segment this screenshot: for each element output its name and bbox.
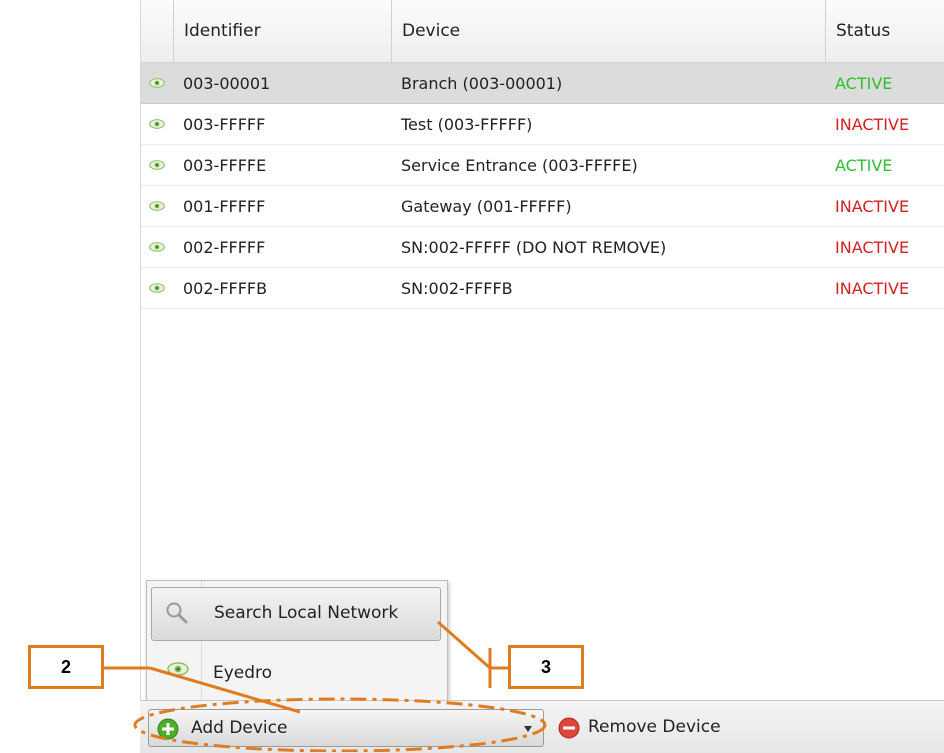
add-device-label: Add Device <box>191 718 288 738</box>
bottom-toolbar: Add Device Remove Device <box>140 700 944 753</box>
table-row[interactable]: 003-FFFFE Service Entrance (003-FFFFE) ACT… <box>141 145 944 186</box>
search-local-network-label: Search Local Network <box>214 603 399 623</box>
grid-header: Identifier Device Status <box>141 0 944 63</box>
eye-icon <box>149 78 165 88</box>
eye-icon <box>167 662 189 676</box>
add-device-menu: Search Local Network Eyedro <box>146 580 448 702</box>
status-cell: INACTIVE <box>835 115 910 134</box>
status-cell: INACTIVE <box>835 238 910 257</box>
status-cell: ACTIVE <box>835 74 893 93</box>
plus-circle-icon <box>157 718 179 740</box>
eye-icon <box>149 283 165 293</box>
chevron-down-icon[interactable] <box>523 725 533 733</box>
table-row[interactable]: 003-00001 Branch (003-00001) ACTIVE <box>141 63 944 104</box>
header-device[interactable]: Device <box>391 0 825 62</box>
device-cell: Branch (003-00001) <box>401 74 563 93</box>
device-cell: SN:002-FFFFF (DO NOT REMOVE) <box>401 238 667 257</box>
minus-circle-icon <box>558 717 580 739</box>
table-row[interactable]: 002-FFFFF SN:002-FFFFF (DO NOT REMOVE) INA… <box>141 227 944 268</box>
remove-device-button[interactable]: Remove Device <box>550 709 770 747</box>
identifier-cell: 003-00001 <box>183 74 271 93</box>
identifier-cell: 001-FFFFF <box>183 197 266 216</box>
identifier-cell: 002-FFFFB <box>183 279 268 298</box>
identifier-cell: 003-FFFFF <box>183 115 266 134</box>
search-local-network-item[interactable]: Search Local Network <box>151 587 441 641</box>
identifier-cell: 003-FFFFE <box>183 156 267 175</box>
eye-icon <box>149 119 165 129</box>
status-cell: INACTIVE <box>835 279 910 298</box>
device-cell: SN:002-FFFFB <box>401 279 513 298</box>
callout-2: 2 <box>28 645 104 689</box>
add-device-button[interactable]: Add Device <box>148 709 544 747</box>
magnifier-icon <box>166 602 188 624</box>
table-row[interactable]: 003-FFFFF Test (003-FFFFF) INACTIVE <box>141 104 944 145</box>
table-row[interactable]: 001-FFFFF Gateway (001-FFFFF) INACTIVE <box>141 186 944 227</box>
header-identifier[interactable]: Identifier <box>173 0 391 62</box>
identifier-cell: 002-FFFFF <box>183 238 266 257</box>
callout-3: 3 <box>508 645 584 689</box>
eye-icon <box>149 201 165 211</box>
status-cell: INACTIVE <box>835 197 910 216</box>
remove-device-label: Remove Device <box>588 717 721 737</box>
device-cell: Test (003-FFFFF) <box>401 115 533 134</box>
eye-icon <box>149 242 165 252</box>
eyedro-item[interactable]: Eyedro <box>151 647 441 699</box>
eyedro-label: Eyedro <box>213 663 273 683</box>
device-cell: Service Entrance (003-FFFFE) <box>401 156 638 175</box>
status-cell: ACTIVE <box>835 156 893 175</box>
table-row[interactable]: 002-FFFFB SN:002-FFFFB INACTIVE <box>141 268 944 309</box>
eye-icon <box>149 160 165 170</box>
header-status[interactable]: Status <box>825 0 944 62</box>
header-icon-column <box>141 0 173 62</box>
device-cell: Gateway (001-FFFFF) <box>401 197 572 216</box>
